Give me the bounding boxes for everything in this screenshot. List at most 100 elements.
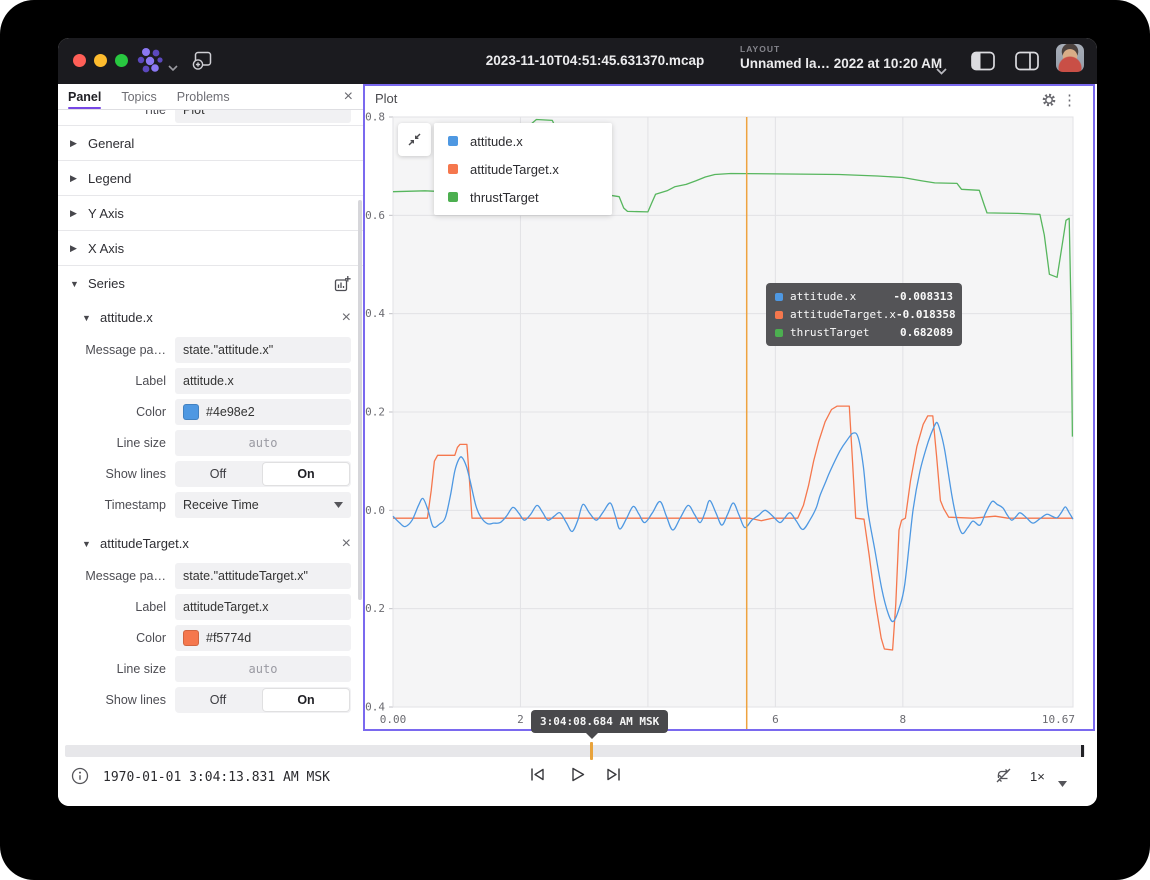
series-name: attitudeTarget.x (100, 536, 189, 551)
section-general[interactable]: ▶ General (58, 126, 363, 161)
message-path-input[interactable]: state."attitudeTarget.x" (175, 563, 351, 589)
collapse-arrows-icon (406, 131, 423, 148)
show-lines-label: Show lines (70, 693, 175, 707)
close-window-button[interactable] (73, 54, 86, 67)
series-name: attitude.x (100, 310, 153, 325)
color-swatch[interactable] (183, 404, 199, 420)
user-avatar[interactable] (1056, 44, 1084, 72)
tooltip-color-swatch (775, 293, 783, 301)
title-field-input[interactable]: Plot (175, 110, 351, 123)
line-size-row: Line size auto (58, 427, 363, 458)
message-path-row: Message pa… state."attitude.x" (58, 334, 363, 365)
svg-text:10.67: 10.67 (1042, 713, 1075, 726)
speed-caret-icon[interactable] (1058, 774, 1067, 792)
chevron-right-icon: ▶ (70, 173, 79, 184)
tab-panel[interactable]: Panel (68, 84, 101, 109)
minimize-window-button[interactable] (94, 54, 107, 67)
scrubber-time-tooltip: 3:04:08.684 AM MSK (531, 710, 668, 733)
tooltip-series-name: thrustTarget (790, 326, 900, 339)
legend-color-swatch (448, 192, 458, 202)
plot-panel: Plot ⋮ 0.80.60.40.20.0-0.2-0.40.00246810… (363, 84, 1095, 731)
close-sidebar-icon[interactable]: × (344, 84, 353, 109)
tab-problems[interactable]: Problems (177, 84, 230, 109)
svg-text:0.2: 0.2 (365, 406, 385, 419)
line-size-input[interactable]: auto (175, 430, 351, 456)
series-attitude-x-header[interactable]: ▼ attitude.x × (58, 301, 363, 334)
timeline-scrubber[interactable] (65, 745, 1085, 757)
data-source-title[interactable]: 2023-11-10T04:51:45.631370.mcap (486, 53, 704, 68)
seek-end-button[interactable] (605, 766, 622, 788)
section-label: X Axis (88, 241, 124, 256)
svg-text:0.8: 0.8 (365, 111, 385, 124)
color-input[interactable]: #f5774d (175, 625, 351, 651)
message-path-label: Message pa… (70, 569, 175, 583)
clipped-title-row: Title Plot (58, 110, 363, 126)
playback-speed[interactable]: 1× (1030, 769, 1045, 784)
app-menu-caret-icon[interactable] (168, 58, 178, 76)
collapse-legend-button[interactable] (398, 123, 431, 156)
screen-background: 2023-11-10T04:51:45.631370.mcap LAYOUT U… (0, 0, 1150, 880)
label-input[interactable]: attitude.x (175, 368, 351, 394)
show-lines-off-button[interactable]: Off (175, 687, 261, 713)
line-size-label: Line size (70, 662, 175, 676)
legend-label: attitudeTarget.x (470, 162, 559, 177)
show-lines-toggle: Off On (175, 461, 351, 487)
color-row: Color #f5774d (58, 622, 363, 653)
show-lines-toggle: Off On (175, 687, 351, 713)
section-series[interactable]: ▼ Series (58, 266, 363, 301)
section-legend[interactable]: ▶ Legend (58, 161, 363, 196)
layout-selector[interactable]: LAYOUT Unnamed la… 2022 at 10:20 AM (740, 44, 942, 71)
legend-item[interactable]: thrustTarget (434, 183, 612, 211)
add-panel-icon[interactable] (192, 51, 213, 75)
seek-start-button[interactable] (529, 766, 546, 788)
play-button[interactable] (569, 766, 586, 788)
legend-label: thrustTarget (470, 190, 539, 205)
sidebar-scrollbar[interactable] (358, 200, 362, 600)
series-attitude-target-x-header[interactable]: ▼ attitudeTarget.x × (58, 527, 363, 560)
message-path-input[interactable]: state."attitude.x" (175, 337, 351, 363)
remove-series-icon[interactable]: × (342, 310, 351, 326)
label-input[interactable]: attitudeTarget.x (175, 594, 351, 620)
legend-item[interactable]: attitude.x (434, 127, 612, 155)
section-y-axis[interactable]: ▶ Y Axis (58, 196, 363, 231)
color-swatch[interactable] (183, 630, 199, 646)
color-input[interactable]: #4e98e2 (175, 399, 351, 425)
svg-text:0.0: 0.0 (365, 504, 385, 517)
show-lines-off-button[interactable]: Off (175, 461, 261, 487)
chevron-right-icon: ▶ (70, 243, 79, 254)
show-lines-on-button[interactable]: On (263, 463, 349, 485)
foxglove-logo-icon[interactable] (136, 47, 166, 79)
tooltip-color-swatch (775, 329, 783, 337)
tooltip-series-value: 0.682089 (900, 326, 953, 339)
color-label: Color (70, 405, 175, 419)
svg-text:0.4: 0.4 (365, 307, 385, 320)
left-sidebar-toggle-icon[interactable] (971, 51, 995, 76)
tooltip-row: attitudeTarget.x-0.018358 (775, 308, 953, 321)
tab-topics[interactable]: Topics (121, 84, 156, 109)
chevron-down-icon (334, 502, 343, 508)
show-lines-label: Show lines (70, 467, 175, 481)
chevron-right-icon: ▶ (70, 208, 79, 219)
playback-info-icon[interactable] (71, 767, 89, 790)
add-series-icon[interactable] (334, 275, 351, 292)
message-path-row: Message pa… state."attitudeTarget.x" (58, 560, 363, 591)
color-label: Color (70, 631, 175, 645)
color-value: #4e98e2 (206, 405, 255, 419)
section-x-axis[interactable]: ▶ X Axis (58, 231, 363, 266)
plot-legend: attitude.x attitudeTarget.x thrustTarget (434, 123, 612, 215)
title-bar: 2023-11-10T04:51:45.631370.mcap LAYOUT U… (58, 38, 1097, 84)
show-lines-on-button[interactable]: On (263, 689, 349, 711)
svg-text:6: 6 (772, 713, 779, 726)
layout-name: Unnamed la… 2022 at 10:20 AM (740, 56, 942, 71)
sidebar-tab-bar: Panel Topics Problems × (58, 84, 363, 110)
tooltip-row: attitude.x-0.008313 (775, 290, 953, 303)
legend-item[interactable]: attitudeTarget.x (434, 155, 612, 183)
line-size-input[interactable]: auto (175, 656, 351, 682)
layout-caret-icon[interactable] (936, 62, 947, 80)
zoom-window-button[interactable] (115, 54, 128, 67)
timestamp-select[interactable]: Receive Time (175, 492, 351, 518)
remove-series-icon[interactable]: × (342, 536, 351, 552)
timeline-end-marker (1081, 745, 1084, 757)
loop-off-icon[interactable] (994, 766, 1013, 790)
right-sidebar-toggle-icon[interactable] (1015, 51, 1039, 76)
